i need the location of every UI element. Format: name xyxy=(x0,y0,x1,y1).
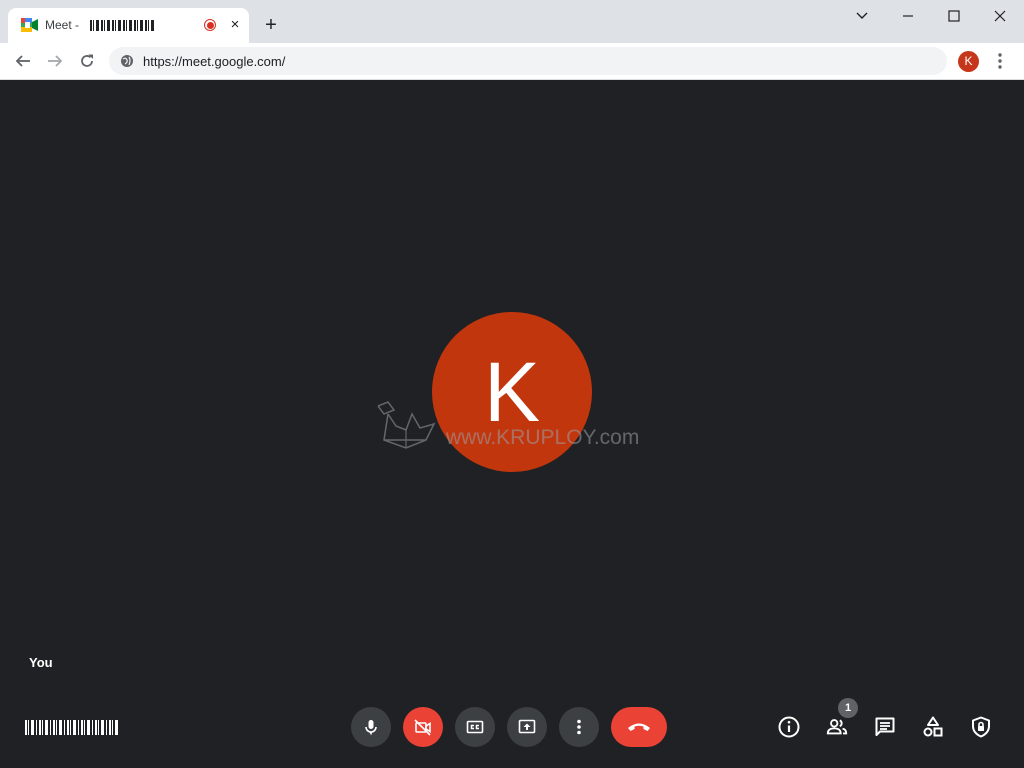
address-bar[interactable]: https://meet.google.com/ xyxy=(109,47,947,75)
recording-indicator-icon xyxy=(204,19,216,31)
reload-icon[interactable] xyxy=(78,52,96,70)
meeting-code-redacted xyxy=(25,720,118,735)
watermark-text: www.KRUPLOY.com xyxy=(446,426,640,449)
captions-button[interactable] xyxy=(455,707,495,747)
chat-icon xyxy=(875,717,895,736)
tab-title: Meet - xyxy=(45,18,80,32)
minimize-window-icon[interactable] xyxy=(898,6,918,26)
more-options-icon xyxy=(577,719,581,735)
show-everyone-button[interactable] xyxy=(825,715,849,739)
present-screen-icon xyxy=(518,719,536,734)
maximize-window-icon[interactable] xyxy=(944,6,964,26)
url-text[interactable]: https://meet.google.com/ xyxy=(143,54,285,69)
forward-arrow-icon[interactable] xyxy=(46,52,64,70)
leave-call-button[interactable] xyxy=(611,707,667,747)
tab-search-chevron-icon[interactable] xyxy=(852,6,872,26)
host-controls-icon xyxy=(972,716,990,738)
camera-toggle-button[interactable] xyxy=(403,707,443,747)
watermark: www.KRUPLOY.com xyxy=(376,400,656,456)
activities-button[interactable] xyxy=(921,715,945,739)
browser-toolbar: https://meet.google.com/ K xyxy=(0,43,1024,80)
host-controls-button[interactable] xyxy=(969,715,993,739)
back-arrow-icon[interactable] xyxy=(14,52,32,70)
activities-icon xyxy=(923,716,943,737)
tab-title-redacted-code xyxy=(90,20,156,31)
profile-avatar[interactable]: K xyxy=(958,51,979,72)
camera-off-icon xyxy=(414,719,431,736)
new-tab-button[interactable]: + xyxy=(261,15,281,35)
globe-icon[interactable] xyxy=(120,54,134,68)
meeting-details-button[interactable] xyxy=(777,715,801,739)
close-window-icon[interactable] xyxy=(990,6,1010,26)
close-tab-button[interactable]: × xyxy=(226,16,244,34)
origami-swan-logo-icon xyxy=(377,401,436,449)
captions-icon xyxy=(466,720,484,734)
browser-menu-icon[interactable] xyxy=(996,52,1004,70)
people-icon xyxy=(826,719,848,735)
participant-count-badge: 1 xyxy=(838,698,858,718)
self-participant-label: You xyxy=(29,655,53,670)
browser-tab-strip: Meet - × + xyxy=(0,0,1024,43)
hang-up-icon xyxy=(628,723,650,731)
present-screen-button[interactable] xyxy=(507,707,547,747)
more-options-button[interactable] xyxy=(559,707,599,747)
microphone-icon xyxy=(365,720,377,735)
google-meet-icon xyxy=(21,18,38,32)
microphone-button[interactable] xyxy=(351,707,391,747)
chat-button[interactable] xyxy=(873,715,897,739)
meeting-stage: K www.KRUPLOY.com You 1 xyxy=(0,80,1024,768)
browser-tab-meet[interactable]: Meet - × xyxy=(8,8,249,43)
info-icon xyxy=(778,716,800,738)
